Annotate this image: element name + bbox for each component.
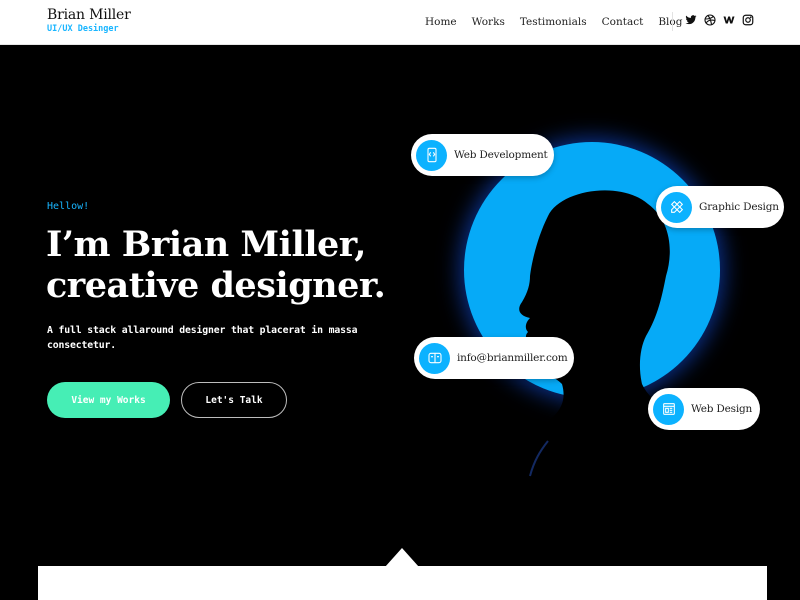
nav-testimonials[interactable]: Testimonials (520, 15, 587, 29)
twitter-icon[interactable] (685, 14, 697, 26)
nav-blog[interactable]: Blog (658, 15, 682, 29)
pencil-ruler-icon (661, 191, 692, 223)
site-header: Brian Miller UI/UX Desinger Home Works T… (0, 0, 800, 45)
lets-talk-button[interactable]: Let's Talk (181, 382, 287, 418)
next-section-panel (38, 566, 767, 600)
webflow-icon[interactable] (723, 14, 735, 26)
nav-works[interactable]: Works (472, 15, 505, 29)
view-works-button[interactable]: View my Works (47, 382, 170, 418)
skill-label: Web Design (691, 403, 753, 415)
skill-pill-web-development[interactable]: Web Development (411, 134, 554, 176)
brand-tagline: UI/UX Desinger (47, 24, 119, 34)
brand[interactable]: Brian Miller UI/UX Desinger (47, 7, 131, 35)
nav-contact[interactable]: Contact (602, 15, 644, 29)
headline-line-2: creative designer. (46, 265, 386, 306)
instagram-icon[interactable] (742, 14, 754, 26)
headline-line-1: I’m Brian Miller, (46, 224, 366, 265)
code-device-icon (416, 139, 447, 171)
contact-email: info@brianmiller.com (457, 352, 568, 364)
main-nav: Home Works Testimonials Contact Blog (425, 15, 697, 29)
mail-card-icon (419, 342, 450, 374)
brand-name[interactable]: Brian Miller (47, 7, 131, 23)
section-notch (385, 548, 419, 567)
nav-divider (672, 12, 673, 31)
hero-description: A full stack allaround designer that pla… (47, 325, 358, 351)
skill-label: Graphic Design (699, 201, 779, 213)
hero-section: Hellow! I’m Brian Miller, creative desig… (0, 46, 800, 600)
nav-home[interactable]: Home (425, 15, 457, 29)
skill-pill-web-design[interactable]: Web Design (648, 388, 760, 430)
contact-email-pill[interactable]: info@brianmiller.com (414, 337, 574, 379)
browser-layout-icon (653, 393, 684, 425)
hero-greeting: Hellow! (47, 201, 90, 212)
social-links (685, 14, 754, 26)
skill-label: Web Development (454, 149, 548, 161)
dribbble-icon[interactable] (704, 14, 716, 26)
skill-pill-graphic-design[interactable]: Graphic Design (656, 186, 784, 228)
hero-headline: I’m Brian Miller, creative designer. (46, 224, 386, 306)
